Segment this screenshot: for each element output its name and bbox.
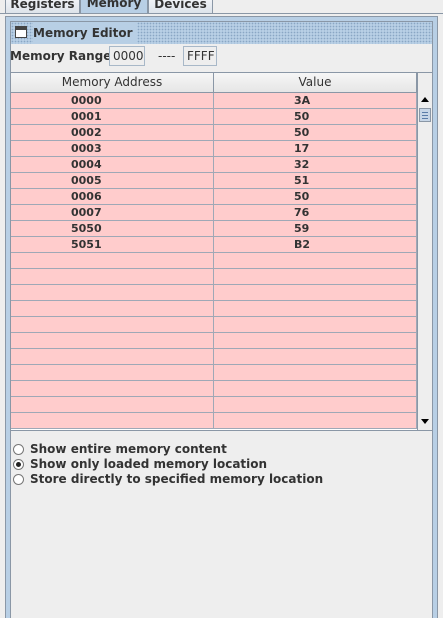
table-header: Memory Address Value [11, 73, 417, 93]
table-row[interactable] [11, 397, 417, 413]
radio-button[interactable] [13, 458, 24, 470]
tab-bar: Registers Memory Devices [0, 0, 443, 14]
address-cell [11, 301, 214, 316]
value-cell[interactable] [214, 285, 417, 300]
option-label: Store directly to specified memory locat… [30, 472, 324, 486]
table-row[interactable]: 0000 3A [11, 93, 417, 109]
value-cell[interactable]: 50 [214, 125, 417, 140]
arrow-up-icon[interactable] [418, 92, 432, 108]
value-cell[interactable] [214, 349, 417, 364]
table-row[interactable] [11, 349, 417, 365]
value-cell[interactable]: 32 [214, 157, 417, 172]
value-cell[interactable] [214, 333, 417, 348]
memory-editor-titlebar[interactable]: Memory Editor [11, 22, 432, 44]
value-cell[interactable]: 76 [214, 205, 417, 220]
address-cell [11, 253, 214, 268]
address-cell: 0007 [11, 205, 214, 220]
tab-devices[interactable]: Devices [148, 0, 213, 13]
address-cell [11, 285, 214, 300]
table-row[interactable]: 0001 50 [11, 109, 417, 125]
table-row[interactable] [11, 301, 417, 317]
address-cell: 0003 [11, 141, 214, 156]
value-cell[interactable]: 59 [214, 221, 417, 236]
address-cell [11, 381, 214, 396]
scrollbar-thumb[interactable] [419, 108, 431, 122]
radio-button[interactable] [13, 443, 24, 455]
address-cell [11, 413, 214, 428]
address-cell: 0005 [11, 173, 214, 188]
table-row[interactable] [11, 285, 417, 301]
value-cell[interactable] [214, 381, 417, 396]
radio-button[interactable] [13, 473, 24, 485]
table-row[interactable]: 0007 76 [11, 205, 417, 221]
address-cell [11, 365, 214, 380]
table-row[interactable]: 0003 17 [11, 141, 417, 157]
address-cell [11, 333, 214, 348]
value-cell[interactable]: 50 [214, 109, 417, 124]
table-row[interactable]: 0006 50 [11, 189, 417, 205]
value-cell[interactable] [214, 365, 417, 380]
column-header-value[interactable]: Value [214, 73, 417, 92]
memory-range-label: Memory Range: [10, 49, 117, 63]
address-cell [11, 317, 214, 332]
range-start-field[interactable]: 0000 [109, 46, 145, 66]
table-row[interactable] [11, 253, 417, 269]
value-cell[interactable] [214, 301, 417, 316]
value-cell[interactable] [214, 317, 417, 332]
column-header-address[interactable]: Memory Address [11, 73, 214, 92]
table-row[interactable] [11, 413, 417, 429]
address-cell: 0004 [11, 157, 214, 172]
table-row[interactable]: 0004 32 [11, 157, 417, 173]
option-label: Show entire memory content [30, 442, 227, 456]
option-label: Show only loaded memory location [30, 457, 268, 471]
table-row[interactable]: 5051 B2 [11, 237, 417, 253]
option-show-entire[interactable]: Show entire memory content [13, 442, 227, 456]
table-row[interactable]: 5050 59 [11, 221, 417, 237]
range-end-field[interactable]: FFFF [183, 46, 217, 66]
window-icon [15, 26, 27, 38]
table-row[interactable] [11, 381, 417, 397]
arrow-down-icon[interactable] [418, 414, 432, 430]
address-cell: 0000 [11, 93, 214, 108]
table-row[interactable]: 0005 51 [11, 173, 417, 189]
table-row[interactable] [11, 365, 417, 381]
option-store-directly[interactable]: Store directly to specified memory locat… [13, 472, 323, 486]
address-cell: 0002 [11, 125, 214, 140]
value-cell[interactable] [214, 397, 417, 412]
range-separator: ---- [158, 49, 176, 63]
vertical-scrollbar[interactable] [417, 73, 432, 430]
tab-divider [0, 13, 443, 14]
table-row[interactable] [11, 333, 417, 349]
value-cell[interactable]: B2 [214, 237, 417, 252]
address-cell [11, 397, 214, 412]
table-row[interactable]: 0002 50 [11, 125, 417, 141]
value-cell[interactable]: 3A [214, 93, 417, 108]
table-row[interactable] [11, 269, 417, 285]
value-cell[interactable]: 17 [214, 141, 417, 156]
value-cell[interactable] [214, 413, 417, 428]
value-cell[interactable] [214, 269, 417, 284]
address-cell [11, 349, 214, 364]
address-cell: 0001 [11, 109, 214, 124]
table-body: 0000 3A 0001 50 0002 50 0003 17 0004 32 0005 51 0006… [11, 93, 417, 429]
address-cell: 0006 [11, 189, 214, 204]
tab-registers[interactable]: Registers [5, 0, 80, 13]
memory-table[interactable]: Memory Address Value 0000 3A 0001 50 0002 50 0… [10, 72, 433, 431]
memory-editor-title: Memory Editor [33, 22, 137, 44]
option-show-loaded[interactable]: Show only loaded memory location [13, 457, 267, 471]
value-cell[interactable]: 51 [214, 173, 417, 188]
table-row[interactable] [11, 317, 417, 333]
tab-memory[interactable]: Memory [80, 0, 148, 13]
value-cell[interactable]: 50 [214, 189, 417, 204]
address-cell: 5051 [11, 237, 214, 252]
address-cell: 5050 [11, 221, 214, 236]
value-cell[interactable] [214, 253, 417, 268]
address-cell [11, 269, 214, 284]
